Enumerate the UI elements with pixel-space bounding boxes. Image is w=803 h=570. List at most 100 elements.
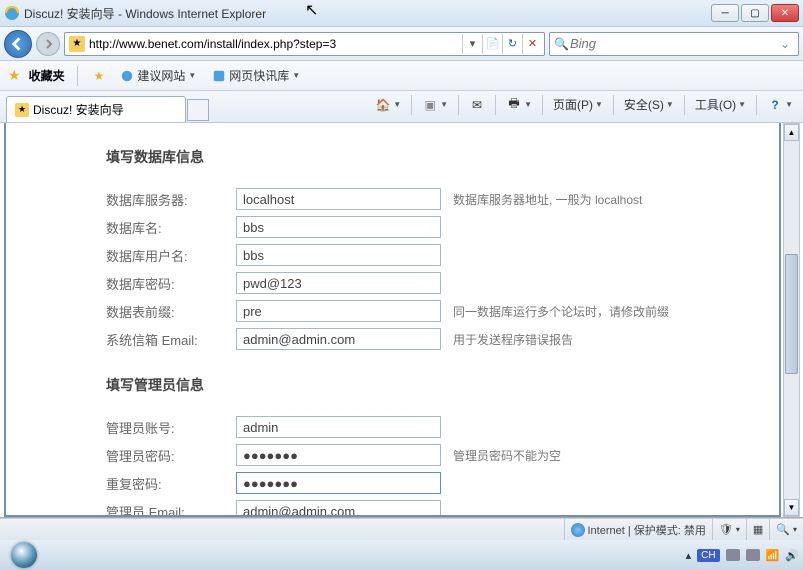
db-name-input[interactable] [236, 216, 441, 238]
admin-pwd2-label: 重复密码: [106, 474, 236, 493]
back-button[interactable] [4, 30, 32, 58]
db-host-input[interactable] [236, 188, 441, 210]
tray-keyboard-icon[interactable] [726, 549, 740, 561]
admin-pwd-input[interactable] [236, 444, 441, 466]
help-icon: ? [767, 97, 783, 113]
admin-user-label: 管理员账号: [106, 418, 236, 437]
url-input[interactable] [87, 37, 462, 51]
feeds-button[interactable]: ▣▼ [418, 95, 452, 115]
tray-volume-icon[interactable]: 🔊 [785, 549, 799, 562]
sys-email-hint: 用于发送程序错误报告 [453, 331, 573, 348]
search-box[interactable]: 🔍 ⌄ [549, 32, 799, 56]
status-bar: Internet | 保护模式: 禁用 🛡▾ ▦ 🔍100%▾ [0, 518, 803, 540]
popup-icon: ▦ [753, 523, 763, 536]
admin-pwd-hint: 管理员密码不能为空 [453, 447, 561, 464]
db-pwd-label: 数据库密码: [106, 274, 236, 293]
close-button[interactable]: ✕ [771, 4, 799, 22]
nav-toolbar: ★ ▾ 📄 ↻ ✕ 🔍 ⌄ [0, 27, 803, 61]
print-icon: 🖶 [506, 97, 522, 113]
safety-menu[interactable]: 安全(S)▼ [620, 94, 678, 115]
chevron-down-icon: ▼ [292, 71, 300, 80]
favorites-bar: ★ 收藏夹 ★ 建议网站 ▼ 网页快讯库 ▼ [0, 61, 803, 91]
forward-button[interactable] [36, 32, 60, 56]
scroll-down-button[interactable]: ▼ [784, 499, 799, 516]
separator [495, 95, 496, 115]
windows-taskbar: ▴ CH 📶 🔊 [0, 540, 803, 570]
web-slice-link[interactable]: 网页快讯库 ▼ [208, 65, 304, 86]
browser-tab[interactable]: ★ Discuz! 安装向导 [6, 96, 186, 122]
db-prefix-input[interactable] [236, 300, 441, 322]
separator [684, 95, 685, 115]
page-menu[interactable]: 页面(P)▼ [549, 94, 607, 115]
compat-button[interactable]: 📄 [482, 34, 502, 54]
search-dropdown[interactable]: ⌄ [780, 37, 794, 51]
print-button[interactable]: 🖶▼ [502, 95, 536, 115]
sys-email-input[interactable] [236, 328, 441, 350]
rss-icon: ▣ [422, 97, 438, 113]
star-add-icon: ★ [94, 69, 105, 83]
language-indicator[interactable]: CH [697, 549, 719, 562]
admin-section-title: 填写管理员信息 [106, 375, 749, 395]
chevron-down-icon: ▼ [188, 71, 196, 80]
db-prefix-label: 数据表前缀: [106, 302, 236, 321]
admin-email-input[interactable] [236, 500, 441, 517]
admin-email-label: 管理员 Email: [106, 502, 236, 518]
zoom-control[interactable]: 🔍100%▾ [769, 519, 803, 540]
arrow-left-icon [11, 37, 25, 51]
tray-display-icon[interactable] [746, 549, 760, 561]
windows-orb-icon [11, 542, 37, 568]
mail-button[interactable]: ✉ [465, 95, 489, 115]
search-input[interactable] [570, 36, 780, 51]
vertical-scrollbar[interactable]: ▲ ▼ [783, 123, 800, 517]
scroll-up-button[interactable]: ▲ [784, 124, 799, 141]
separator [77, 66, 78, 86]
db-name-label: 数据库名: [106, 218, 236, 237]
stop-button[interactable]: ✕ [522, 34, 542, 54]
popup-blocker[interactable]: ▦ [746, 519, 769, 540]
favorites-star-icon[interactable]: ★ [8, 67, 21, 84]
separator [756, 95, 757, 115]
db-section-title: 填写数据库信息 [106, 147, 749, 167]
maximize-button[interactable]: ▢ [741, 4, 769, 22]
page-viewport: 填写数据库信息 数据库服务器: 数据库服务器地址, 一般为 localhost … [4, 123, 781, 517]
protected-mode-toggle[interactable]: 🛡▾ [712, 519, 746, 540]
suggested-sites-link[interactable]: 建议网站 ▼ [116, 65, 200, 86]
globe-icon [571, 523, 585, 537]
window-title: Discuz! 安装向导 - Windows Internet Explorer [24, 5, 711, 22]
ie-icon [4, 5, 20, 21]
admin-pwd-label: 管理员密码: [106, 446, 236, 465]
content-area: 填写数据库信息 数据库服务器: 数据库服务器地址, 一般为 localhost … [0, 123, 803, 518]
db-host-hint: 数据库服务器地址, 一般为 localhost [453, 191, 642, 208]
db-user-label: 数据库用户名: [106, 246, 236, 265]
favorites-label[interactable]: 收藏夹 [29, 67, 65, 84]
refresh-button[interactable]: ↻ [502, 34, 522, 54]
separator [542, 95, 543, 115]
url-dropdown[interactable]: ▾ [462, 34, 482, 54]
db-pwd-input[interactable] [236, 272, 441, 294]
tray-arrow[interactable]: ▴ [686, 549, 692, 562]
help-button[interactable]: ?▼ [763, 95, 797, 115]
new-tab-button[interactable] [187, 99, 209, 121]
arrow-right-icon [43, 39, 53, 49]
site-favicon: ★ [69, 36, 85, 52]
tools-menu[interactable]: 工具(O)▼ [691, 94, 750, 115]
shield-icon: 🛡 [719, 523, 733, 536]
db-user-input[interactable] [236, 244, 441, 266]
home-icon: 🏠 [375, 97, 391, 113]
internet-zone[interactable]: Internet | 保护模式: 禁用 [564, 519, 712, 540]
zoom-icon: 🔍 [776, 523, 790, 536]
separator [411, 95, 412, 115]
add-favorite-button[interactable]: ★ [90, 67, 109, 85]
tray-network-icon[interactable]: 📶 [766, 549, 780, 562]
search-icon: 🔍 [554, 37, 570, 51]
scroll-thumb[interactable] [785, 254, 798, 374]
window-titlebar: Discuz! 安装向导 - Windows Internet Explorer… [0, 0, 803, 27]
tab-title: Discuz! 安装向导 [33, 101, 124, 118]
home-button[interactable]: 🏠▼ [371, 95, 405, 115]
minimize-button[interactable]: ─ [711, 4, 739, 22]
admin-pwd2-input[interactable] [236, 472, 441, 494]
db-prefix-hint: 同一数据库运行多个论坛时，请修改前缀 [453, 303, 669, 320]
admin-user-input[interactable] [236, 416, 441, 438]
address-bar[interactable]: ★ ▾ 📄 ↻ ✕ [64, 32, 545, 56]
slice-icon [212, 69, 226, 83]
